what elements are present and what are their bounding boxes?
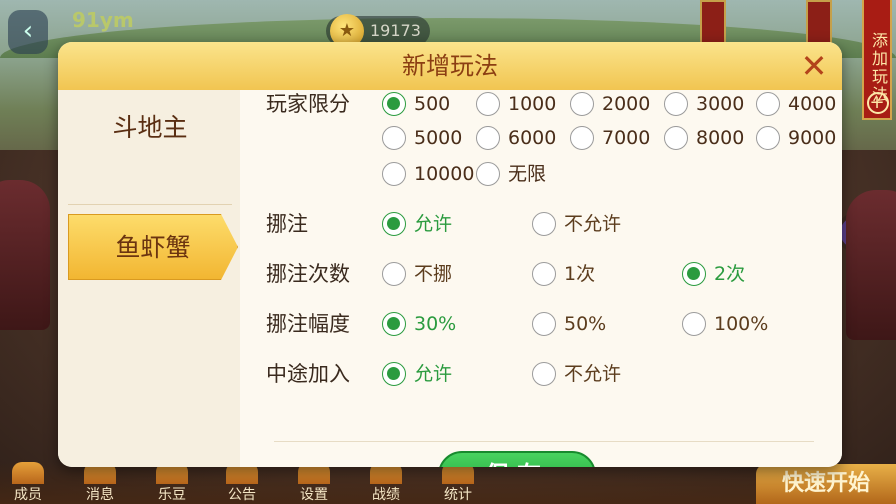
bet-move-range-100[interactable]: 100%: [682, 304, 768, 344]
radio-icon: [532, 312, 556, 336]
radio-icon: [382, 126, 406, 150]
sidebar-divider: [68, 204, 232, 205]
add-game-mode-dialog: 新增玩法 ✕ 斗地主 鱼虾蟹 玩家限分 500 1000 2000 3000 4…: [58, 42, 842, 467]
bet-move-row: 挪注 允许 不允许: [240, 204, 842, 244]
bet-move-count-none[interactable]: 不挪: [382, 254, 452, 294]
settings-panel: 玩家限分 500 1000 2000 3000 4000 5000 6000 7…: [240, 90, 842, 467]
radio-icon: [532, 262, 556, 286]
bet-move-label: 挪注: [266, 212, 308, 236]
limit-option-7000[interactable]: 7000: [570, 118, 650, 158]
add-rule-button[interactable]: 添加玩法 +: [862, 0, 892, 120]
bet-move-disallow[interactable]: 不允许: [532, 204, 621, 244]
dialog-header: 新增玩法 ✕: [58, 42, 842, 90]
player-limit-row-3: 10000 无限: [240, 154, 842, 194]
bet-move-range-50[interactable]: 50%: [532, 304, 606, 344]
game-type-sidebar: 斗地主 鱼虾蟹: [58, 90, 238, 467]
radio-icon: [664, 126, 688, 150]
radio-icon: [570, 126, 594, 150]
limit-option-unlimited[interactable]: 无限: [476, 154, 546, 194]
radio-icon: [570, 92, 594, 116]
radio-icon: [756, 92, 780, 116]
radio-icon: [382, 92, 406, 116]
radio-icon: [382, 312, 406, 336]
radio-icon: [476, 162, 500, 186]
nav-settings[interactable]: 设置: [294, 462, 334, 504]
sidebar-item-doudizhu[interactable]: 斗地主: [68, 98, 232, 158]
radio-icon: [382, 262, 406, 286]
radio-icon: [382, 212, 406, 236]
limit-option-8000[interactable]: 8000: [664, 118, 744, 158]
nav-messages[interactable]: 消息: [80, 462, 120, 504]
radio-icon: [664, 92, 688, 116]
save-button[interactable]: 保存: [438, 451, 596, 467]
coin-count: 19173: [370, 21, 421, 40]
nav-announcements[interactable]: 公告: [222, 462, 262, 504]
bottom-nav: 成员 消息 乐豆 公告 设置 战绩 统计 快速开始: [0, 462, 896, 504]
quick-start-button[interactable]: 快速开始: [756, 464, 896, 504]
nav-beans[interactable]: 乐豆: [152, 462, 192, 504]
background-chair-left: [0, 180, 50, 330]
members-icon: [12, 462, 44, 484]
radio-icon: [476, 126, 500, 150]
radio-icon: [476, 92, 500, 116]
content-divider: [274, 441, 814, 442]
bet-move-range-label: 挪注幅度: [266, 312, 350, 336]
radio-icon: [682, 262, 706, 286]
radio-icon: [382, 162, 406, 186]
radio-icon: [532, 362, 556, 386]
radio-icon: [756, 126, 780, 150]
sidebar-item-yuxiaxie[interactable]: 鱼虾蟹: [68, 214, 238, 280]
limit-option-10000[interactable]: 10000: [382, 154, 474, 194]
nav-records[interactable]: 战绩: [366, 462, 406, 504]
radio-icon: [682, 312, 706, 336]
join-midway-row: 中途加入 允许 不允许: [240, 354, 842, 394]
plus-icon: +: [867, 92, 889, 114]
background-chair-right: [846, 190, 896, 340]
bet-move-count-label: 挪注次数: [266, 262, 350, 286]
radio-icon: [382, 362, 406, 386]
player-limit-row-2: 5000 6000 7000 8000 9000: [240, 118, 842, 158]
bet-move-count-1[interactable]: 1次: [532, 254, 595, 294]
bet-move-count-2[interactable]: 2次: [682, 254, 745, 294]
join-midway-allow[interactable]: 允许: [382, 354, 452, 394]
bet-move-allow[interactable]: 允许: [382, 204, 452, 244]
close-button[interactable]: ✕: [796, 48, 832, 84]
limit-option-5000[interactable]: 5000: [382, 118, 462, 158]
join-midway-label: 中途加入: [266, 362, 350, 386]
join-midway-disallow[interactable]: 不允许: [532, 354, 621, 394]
limit-option-9000[interactable]: 9000: [756, 118, 836, 158]
username-label: 91ym: [72, 8, 134, 32]
nav-stats[interactable]: 统计: [438, 462, 478, 504]
bet-move-count-row: 挪注次数 不挪 1次 2次: [240, 254, 842, 294]
bet-move-range-30[interactable]: 30%: [382, 304, 456, 344]
back-button[interactable]: ‹: [8, 10, 48, 54]
bet-move-range-row: 挪注幅度 30% 50% 100%: [240, 304, 842, 344]
nav-members[interactable]: 成员: [8, 462, 48, 504]
radio-icon: [532, 212, 556, 236]
dialog-title: 新增玩法: [402, 52, 498, 80]
limit-option-6000[interactable]: 6000: [476, 118, 556, 158]
